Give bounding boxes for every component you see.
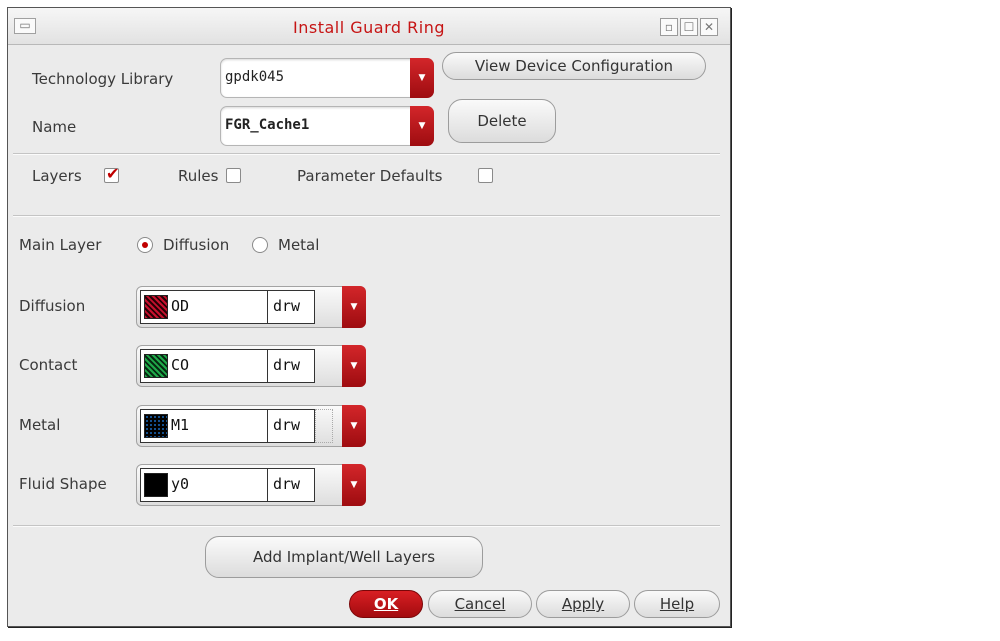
chevron-down-icon[interactable]: ▼: [342, 286, 366, 328]
layer-field: M1 drw: [140, 409, 315, 443]
close-icon[interactable]: ✕: [700, 18, 718, 36]
layer-purpose: drw: [273, 475, 301, 493]
parameter-defaults-checkbox[interactable]: [478, 168, 493, 183]
divider: [267, 291, 268, 323]
help-button-label: Help: [659, 595, 695, 613]
add-implant-well-layers-button[interactable]: Add Implant/Well Layers: [205, 536, 483, 578]
separator: [13, 153, 720, 155]
install-guard-ring-dialog: ▭ Install Guard Ring ▫ ☐ ✕ Technology Li…: [7, 7, 731, 627]
chevron-down-icon[interactable]: ▼: [342, 405, 366, 447]
checkmark-icon: ✔: [106, 164, 120, 183]
chevron-down-icon[interactable]: ▼: [342, 464, 366, 506]
divider: [267, 350, 268, 382]
metal-swatch-icon: [144, 414, 168, 438]
diffusion-layer-label: Diffusion: [19, 297, 86, 315]
focus-cell: [315, 409, 333, 443]
diffusion-radio-label: Diffusion: [163, 236, 230, 254]
divider: [267, 469, 268, 501]
chevron-down-icon[interactable]: ▼: [410, 106, 434, 146]
layers-checkbox[interactable]: ✔: [104, 164, 119, 183]
metal-layer-label: Metal: [19, 416, 61, 434]
diffusion-layer-select[interactable]: OD drw ▼: [136, 286, 366, 328]
fluid-shape-swatch-icon: [144, 473, 168, 497]
rules-checkbox[interactable]: [226, 168, 241, 183]
chevron-down-icon[interactable]: ▼: [342, 345, 366, 387]
parameter-defaults-label: Parameter Defaults: [297, 167, 443, 185]
tech-library-label: Technology Library: [32, 70, 174, 88]
separator: [13, 215, 720, 217]
metal-radio[interactable]: [252, 237, 268, 253]
maximize-icon[interactable]: ☐: [680, 18, 698, 36]
chevron-down-icon[interactable]: ▼: [410, 58, 434, 98]
apply-button[interactable]: Apply: [536, 590, 630, 618]
fluid-shape-layer-select[interactable]: y0 drw ▼: [136, 464, 366, 506]
radio-selected-dot: [142, 242, 148, 248]
tech-library-value: gpdk045: [225, 69, 285, 85]
layer-field: CO drw: [140, 349, 315, 383]
divider: [267, 410, 268, 442]
delete-button[interactable]: Delete: [448, 99, 556, 143]
cancel-button-label: Cancel: [454, 595, 506, 613]
fluid-shape-layer-label: Fluid Shape: [19, 475, 107, 493]
layer-name: OD: [171, 297, 190, 315]
layer-field: y0 drw: [140, 468, 315, 502]
layer-purpose: drw: [273, 356, 301, 374]
ok-button-label: OK: [373, 595, 399, 613]
layer-name: M1: [171, 416, 190, 434]
layer-name: y0: [171, 475, 190, 493]
layer-purpose: drw: [273, 416, 301, 434]
separator: [13, 525, 720, 527]
diffusion-swatch-icon: [144, 295, 168, 319]
name-combo[interactable]: FGR_Cache1 ▼: [220, 106, 434, 146]
tech-library-combo[interactable]: gpdk045 ▼: [220, 58, 434, 98]
main-layer-label: Main Layer: [19, 236, 102, 254]
contact-layer-select[interactable]: CO drw ▼: [136, 345, 366, 387]
rules-option-label: Rules: [178, 167, 219, 185]
metal-layer-select[interactable]: M1 drw ▼: [136, 405, 366, 447]
layer-name: CO: [171, 356, 190, 374]
contact-swatch-icon: [144, 354, 168, 378]
name-value: FGR_Cache1: [225, 117, 310, 133]
metal-radio-label: Metal: [278, 236, 320, 254]
apply-button-label: Apply: [561, 595, 605, 613]
layers-option-label: Layers: [32, 167, 82, 185]
cancel-button[interactable]: Cancel: [428, 590, 532, 618]
diffusion-radio[interactable]: [137, 237, 153, 253]
help-button[interactable]: Help: [634, 590, 720, 618]
layer-purpose: drw: [273, 297, 301, 315]
name-label: Name: [32, 118, 77, 136]
window-title: Install Guard Ring: [293, 18, 445, 37]
title-bar[interactable]: ▭ Install Guard Ring ▫ ☐ ✕: [8, 8, 730, 45]
layer-field: OD drw: [140, 290, 315, 324]
ok-button[interactable]: OK: [349, 590, 423, 618]
view-device-configuration-button[interactable]: View Device Configuration: [442, 52, 706, 80]
minimize-icon[interactable]: ▫: [660, 18, 678, 36]
contact-layer-label: Contact: [19, 356, 78, 374]
